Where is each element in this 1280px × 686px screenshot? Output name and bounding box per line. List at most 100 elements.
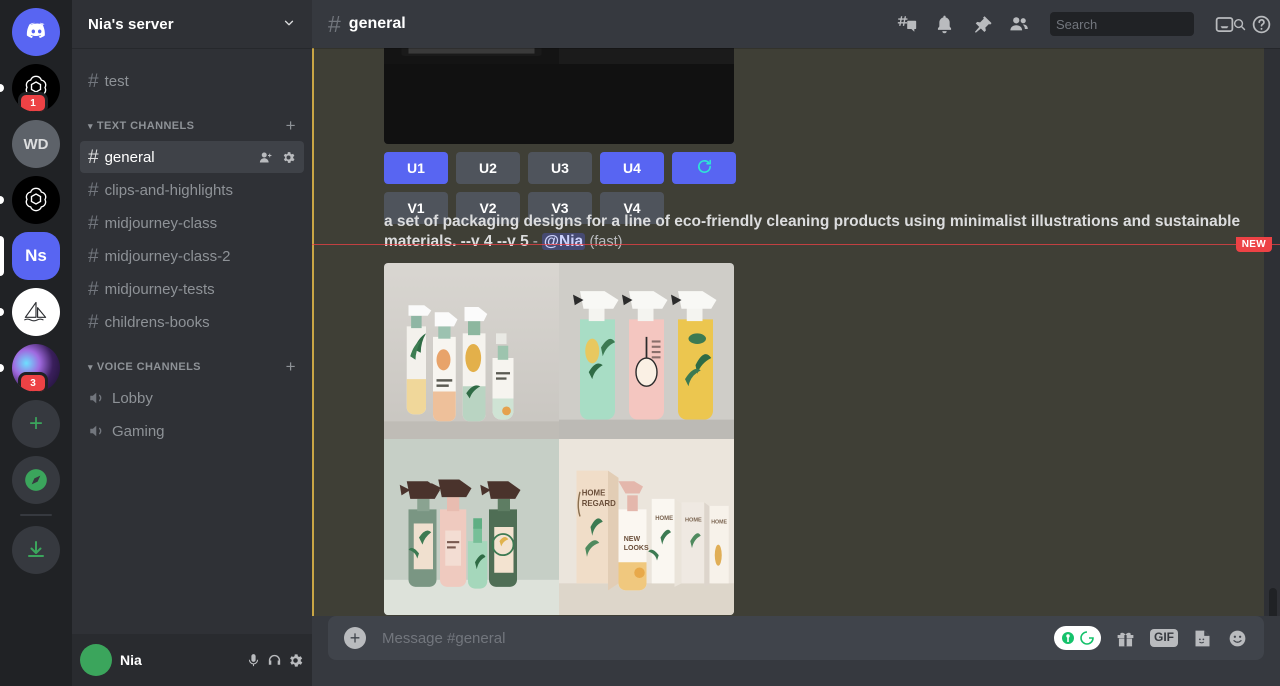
category-text-channels[interactable]: ▾ TEXT CHANNELS + xyxy=(72,98,312,140)
server-initials: WD xyxy=(12,120,60,168)
grid-cell-1[interactable] xyxy=(384,262,559,439)
button-u1[interactable]: U1 xyxy=(384,152,448,184)
create-voice-channel-icon[interactable]: + xyxy=(286,357,304,377)
sticker-icon[interactable] xyxy=(1192,628,1213,649)
button-u2[interactable]: U2 xyxy=(456,152,520,184)
messages-scrollbar[interactable] xyxy=(1264,48,1280,616)
members-icon[interactable] xyxy=(1008,13,1030,35)
search-box[interactable] xyxy=(1050,12,1246,36)
message-composer[interactable]: + GIF xyxy=(328,616,1264,660)
threads-icon[interactable] xyxy=(896,13,918,35)
unread-pill xyxy=(0,196,4,204)
openai-logo-icon xyxy=(12,176,60,224)
explore-servers-button[interactable] xyxy=(0,456,72,504)
channel-label: midjourney-tests xyxy=(104,280,215,298)
compass-icon xyxy=(12,456,60,504)
discord-window: 1 WD Ns 3 + Nia's server # test ▾ TEXT C… xyxy=(0,0,1280,686)
unread-badge: 3 xyxy=(18,372,48,392)
refresh-icon xyxy=(696,158,713,178)
grid-cell[interactable] xyxy=(559,48,734,64)
button-u4[interactable]: U4 xyxy=(600,152,664,184)
hash-icon: # xyxy=(88,278,99,300)
server-discord-home[interactable] xyxy=(0,8,72,56)
help-icon[interactable] xyxy=(1251,14,1272,35)
channel-label: clips-and-highlights xyxy=(104,181,233,199)
avatar[interactable] xyxy=(80,644,112,676)
server-initials: Ns xyxy=(12,232,60,280)
gift-icon[interactable] xyxy=(1115,628,1136,649)
svg-text:LOOKS: LOOKS xyxy=(624,545,649,552)
mention-nia[interactable]: @Nia xyxy=(541,233,586,251)
server-nebula[interactable]: 3 xyxy=(0,344,72,392)
grid-cell-2[interactable] xyxy=(559,262,734,439)
emoji-icon[interactable] xyxy=(1227,628,1248,649)
previous-image-grid[interactable] xyxy=(384,48,734,144)
button-reroll[interactable] xyxy=(672,152,736,184)
plus-icon: + xyxy=(12,400,60,448)
search-input[interactable] xyxy=(1056,16,1232,32)
inbox-icon[interactable] xyxy=(1214,14,1235,35)
svg-text:HOME: HOME xyxy=(685,518,702,524)
sidebar-item-midjourney-class[interactable]: # midjourney-class xyxy=(80,207,304,239)
generated-image-grid[interactable]: HOME REGARD NEW LOOKS HOME HOME HOME xyxy=(384,262,734,615)
speaker-icon xyxy=(88,389,106,407)
grid-cell[interactable] xyxy=(384,64,559,144)
grid-cell[interactable] xyxy=(559,64,734,144)
openai-logo-icon: 1 xyxy=(12,64,60,112)
pin-icon[interactable] xyxy=(971,14,992,35)
download-icon xyxy=(12,526,60,574)
server-openai-1[interactable]: 1 xyxy=(0,64,72,112)
svg-text:HOME: HOME xyxy=(582,488,606,497)
sidebar-item-midjourney-class-2[interactable]: # midjourney-class-2 xyxy=(80,240,304,272)
messages-viewport[interactable]: U1 U2 U3 U4 V1 V2 V3 V4 NEW a set of pac… xyxy=(312,48,1280,616)
main-chat-area: # general Search U1 U2 U3 U4 V1 V2 V3 V4… xyxy=(312,0,1280,686)
scrollbar-thumb[interactable] xyxy=(1269,588,1277,616)
user-panel: Nia xyxy=(72,634,312,686)
previous-upscale-buttons: U1 U2 U3 U4 xyxy=(384,152,1264,184)
hash-icon: # xyxy=(88,179,99,201)
message-input[interactable] xyxy=(382,629,1038,647)
server-header-dropdown[interactable]: Nia's server xyxy=(72,0,312,48)
channel-label: midjourney-class-2 xyxy=(104,247,231,265)
download-apps-button[interactable] xyxy=(0,526,72,574)
grid-cell-4[interactable]: HOME REGARD NEW LOOKS HOME HOME HOME xyxy=(559,438,734,615)
sidebar-item-general[interactable]: # general xyxy=(80,141,304,173)
button-u3[interactable]: U3 xyxy=(528,152,592,184)
sidebar-item-midjourney-tests[interactable]: # midjourney-tests xyxy=(80,273,304,305)
create-invite-icon[interactable] xyxy=(258,150,273,165)
microphone-icon[interactable] xyxy=(245,652,262,669)
server-rail: 1 WD Ns 3 + xyxy=(0,0,72,686)
create-channel-icon[interactable]: + xyxy=(286,116,304,136)
server-wd[interactable]: WD xyxy=(0,120,72,168)
hash-icon: # xyxy=(88,70,99,92)
gif-button[interactable]: GIF xyxy=(1150,629,1178,647)
category-voice-channels[interactable]: ▾ VOICE CHANNELS + xyxy=(72,339,312,381)
sidebar-item-clips-and-highlights[interactable]: # clips-and-highlights xyxy=(80,174,304,206)
channel-list: # test ▾ TEXT CHANNELS + # general # cli… xyxy=(72,48,312,686)
grid-cell-3[interactable] xyxy=(384,438,559,615)
category-label: VOICE CHANNELS xyxy=(96,361,201,373)
bell-icon[interactable] xyxy=(934,14,955,35)
channel-label: test xyxy=(104,72,129,90)
add-a-server-button[interactable]: + xyxy=(0,400,72,448)
server-nias-server[interactable]: Ns xyxy=(0,232,72,280)
rail-divider xyxy=(20,514,52,516)
gear-icon[interactable] xyxy=(281,150,296,165)
active-pill xyxy=(0,236,4,276)
midjourney-sailboat-icon xyxy=(12,288,60,336)
channel-test[interactable]: # test xyxy=(80,65,304,97)
server-openai-2[interactable] xyxy=(0,176,72,224)
server-midjourney[interactable] xyxy=(0,288,72,336)
user-settings-gear-icon[interactable] xyxy=(287,652,304,669)
plus-icon[interactable]: + xyxy=(344,627,366,649)
headphones-icon[interactable] xyxy=(266,652,283,669)
chevron-down-icon xyxy=(282,16,296,33)
chevron-down-icon: ▾ xyxy=(88,361,93,372)
sidebar-item-childrens-books[interactable]: # childrens-books xyxy=(80,306,304,338)
grammarly-icon[interactable] xyxy=(1054,626,1101,650)
svg-text:REGARD: REGARD xyxy=(582,499,616,508)
grid-cell[interactable] xyxy=(384,48,559,64)
hash-icon: # xyxy=(328,10,341,37)
sidebar-item-lobby[interactable]: Lobby xyxy=(80,382,304,414)
sidebar-item-gaming[interactable]: Gaming xyxy=(80,415,304,447)
